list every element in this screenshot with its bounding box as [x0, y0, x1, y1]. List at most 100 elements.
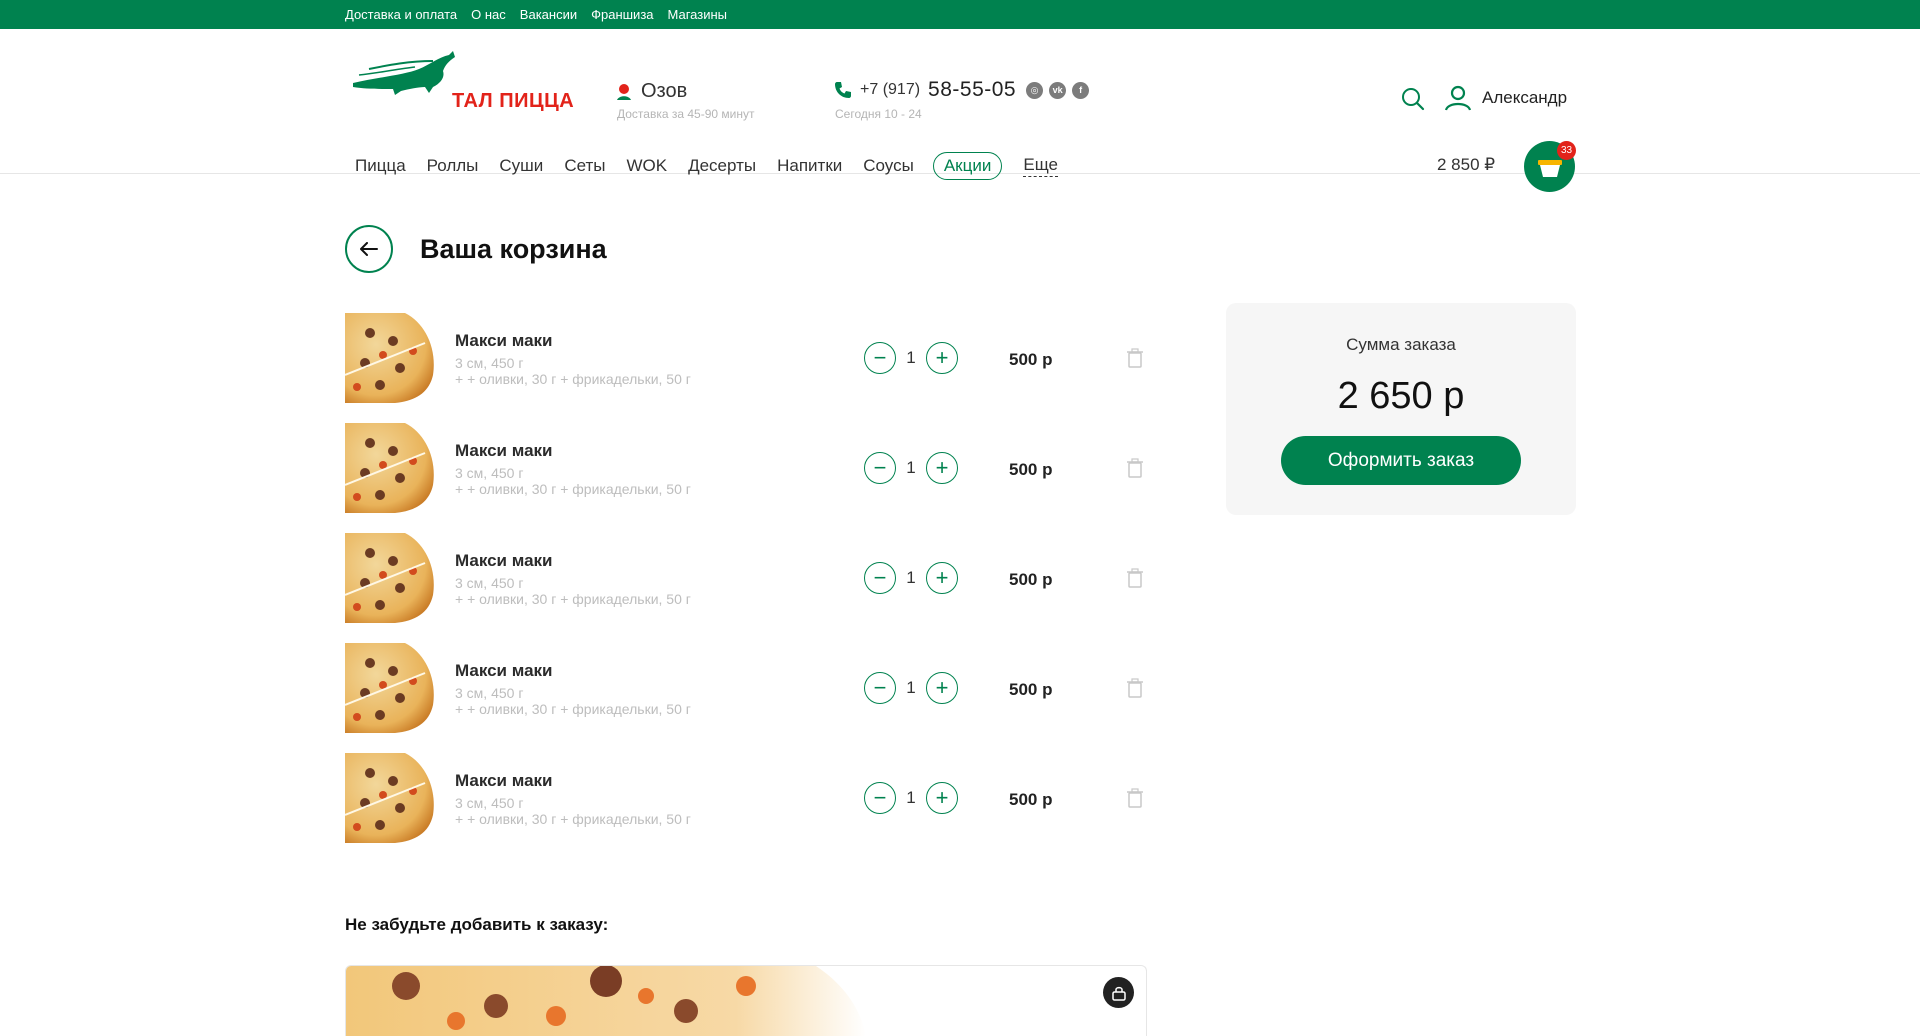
- decrease-button[interactable]: −: [864, 672, 896, 704]
- cart-item: Макси маки 3 см, 450 г + + оливки, 30 г …: [345, 313, 1145, 423]
- trash-icon[interactable]: [1126, 788, 1144, 808]
- trash-icon[interactable]: [1126, 568, 1144, 588]
- decrease-button[interactable]: −: [864, 562, 896, 594]
- basket-icon: [1537, 159, 1562, 177]
- addon-card[interactable]: [345, 965, 1147, 1036]
- nav-item-more[interactable]: Еще: [1023, 155, 1058, 177]
- cart-item: Макси маки 3 см, 450 г + + оливки, 30 г …: [345, 533, 1145, 643]
- phone-prefix[interactable]: +7 (917): [860, 81, 920, 99]
- trash-icon[interactable]: [1126, 458, 1144, 478]
- cart-list: Макси маки 3 см, 450 г + + оливки, 30 г …: [345, 313, 1145, 863]
- item-size: 3 см, 450 г: [455, 685, 524, 701]
- category-nav: Пицца Роллы Суши Сеты WOK Десерты Напитк…: [355, 152, 1058, 180]
- user-icon: [1444, 85, 1472, 111]
- header: ТАЛ ПИЦЦА Озов Доставка за 45-90 минут +…: [0, 29, 1920, 192]
- logo-text[interactable]: ТАЛ ПИЦЦА: [452, 90, 574, 113]
- trash-icon[interactable]: [1126, 348, 1144, 368]
- nav-item-sets[interactable]: Сеты: [564, 156, 605, 176]
- nav-item-desserts[interactable]: Десерты: [688, 156, 756, 176]
- increase-button[interactable]: +: [926, 342, 958, 374]
- nav-item-promo[interactable]: Акции: [932, 152, 1003, 180]
- item-title[interactable]: Макси маки: [455, 441, 553, 461]
- pizza-image: [345, 753, 434, 843]
- top-bar: Доставка и оплата О нас Вакансии Франшиз…: [0, 0, 1920, 29]
- item-price: 500 р: [1009, 460, 1053, 479]
- phone-block: +7 (917) 58-55-05 ◎ vk f: [834, 78, 1090, 102]
- decrease-button[interactable]: −: [864, 782, 896, 814]
- search-icon[interactable]: [1401, 87, 1425, 111]
- increase-button[interactable]: +: [926, 672, 958, 704]
- phone-number[interactable]: 58-55-05: [928, 78, 1016, 102]
- nav-item-drinks[interactable]: Напитки: [777, 156, 842, 176]
- lock-icon[interactable]: [1103, 977, 1134, 1008]
- decrease-button[interactable]: −: [864, 452, 896, 484]
- top-link-about[interactable]: О нас: [471, 7, 506, 22]
- page-title: Ваша корзина: [420, 234, 607, 264]
- quantity-stepper: − 1 +: [864, 562, 958, 594]
- city-name: Озов: [641, 80, 688, 102]
- social-links: ◎ vk f: [1026, 81, 1090, 99]
- increase-button[interactable]: +: [926, 452, 958, 484]
- item-title[interactable]: Макси маки: [455, 661, 553, 681]
- logo-horse-icon[interactable]: [349, 47, 579, 95]
- quantity-stepper: − 1 +: [864, 672, 958, 704]
- pizza-image: [345, 423, 434, 513]
- vk-icon[interactable]: vk: [1049, 81, 1067, 99]
- user-profile[interactable]: Александр: [1444, 85, 1567, 111]
- city-selector[interactable]: Озов: [617, 80, 687, 103]
- top-link-delivery[interactable]: Доставка и оплата: [345, 7, 457, 22]
- increase-button[interactable]: +: [926, 782, 958, 814]
- item-meta: 3 см, 450 г + + оливки, 30 г + фрикадель…: [455, 795, 691, 827]
- location-pin-icon: [617, 83, 631, 100]
- quantity-value: 1: [906, 568, 916, 587]
- back-button[interactable]: [345, 225, 393, 273]
- top-link-stores[interactable]: Магазины: [668, 7, 728, 22]
- cart-count-badge: 33: [1557, 141, 1576, 160]
- checkout-button[interactable]: Оформить заказ: [1281, 436, 1521, 485]
- item-price: 500 р: [1009, 350, 1053, 369]
- cart-total: 2 850 ₽: [1437, 155, 1496, 174]
- addon-section-title: Не забудьте добавить к заказу:: [345, 915, 609, 934]
- nav-item-wok[interactable]: WOK: [626, 156, 667, 176]
- item-size: 3 см, 450 г: [455, 575, 524, 591]
- nav-item-sauces[interactable]: Соусы: [863, 156, 914, 176]
- quantity-stepper: − 1 +: [864, 342, 958, 374]
- trash-icon[interactable]: [1126, 678, 1144, 698]
- item-title[interactable]: Макси маки: [455, 331, 553, 351]
- summary-label: Сумма заказа: [1346, 335, 1456, 354]
- pizza-image: [345, 533, 434, 623]
- quantity-value: 1: [906, 678, 916, 697]
- top-link-vacancies[interactable]: Вакансии: [520, 7, 577, 22]
- cart-item: Макси маки 3 см, 450 г + + оливки, 30 г …: [345, 753, 1145, 863]
- arrow-left-icon: [360, 242, 378, 256]
- item-meta: 3 см, 450 г + + оливки, 30 г + фрикадель…: [455, 575, 691, 607]
- addon-pizza-image: [346, 966, 866, 1036]
- nav-item-sushi[interactable]: Суши: [499, 156, 543, 176]
- item-meta: 3 см, 450 г + + оливки, 30 г + фрикадель…: [455, 355, 691, 387]
- item-meta: 3 см, 450 г + + оливки, 30 г + фрикадель…: [455, 685, 691, 717]
- decrease-button[interactable]: −: [864, 342, 896, 374]
- item-title[interactable]: Макси маки: [455, 771, 553, 791]
- item-price: 500 р: [1009, 570, 1053, 589]
- item-extras: + + оливки, 30 г + фрикадельки, 50 г: [455, 481, 691, 497]
- item-extras: + + оливки, 30 г + фрикадельки, 50 г: [455, 701, 691, 717]
- foursquare-icon[interactable]: f: [1072, 81, 1090, 99]
- item-extras: + + оливки, 30 г + фрикадельки, 50 г: [455, 371, 691, 387]
- quantity-value: 1: [906, 458, 916, 477]
- quantity-stepper: − 1 +: [864, 452, 958, 484]
- top-links: Доставка и оплата О нас Вакансии Франшиз…: [345, 0, 727, 29]
- item-size: 3 см, 450 г: [455, 355, 524, 371]
- user-name: Александр: [1482, 88, 1568, 107]
- item-price: 500 р: [1009, 790, 1053, 809]
- order-summary: Сумма заказа 2 650 р Оформить заказ: [1226, 303, 1576, 515]
- item-title[interactable]: Макси маки: [455, 551, 553, 571]
- quantity-stepper: − 1 +: [864, 782, 958, 814]
- increase-button[interactable]: +: [926, 562, 958, 594]
- nav-item-pizza[interactable]: Пицца: [355, 156, 406, 176]
- item-extras: + + оливки, 30 г + фрикадельки, 50 г: [455, 591, 691, 607]
- item-extras: + + оливки, 30 г + фрикадельки, 50 г: [455, 811, 691, 827]
- nav-item-rolls[interactable]: Роллы: [427, 156, 479, 176]
- item-meta: 3 см, 450 г + + оливки, 30 г + фрикадель…: [455, 465, 691, 497]
- top-link-franchise[interactable]: Франшиза: [591, 7, 653, 22]
- instagram-icon[interactable]: ◎: [1026, 81, 1044, 99]
